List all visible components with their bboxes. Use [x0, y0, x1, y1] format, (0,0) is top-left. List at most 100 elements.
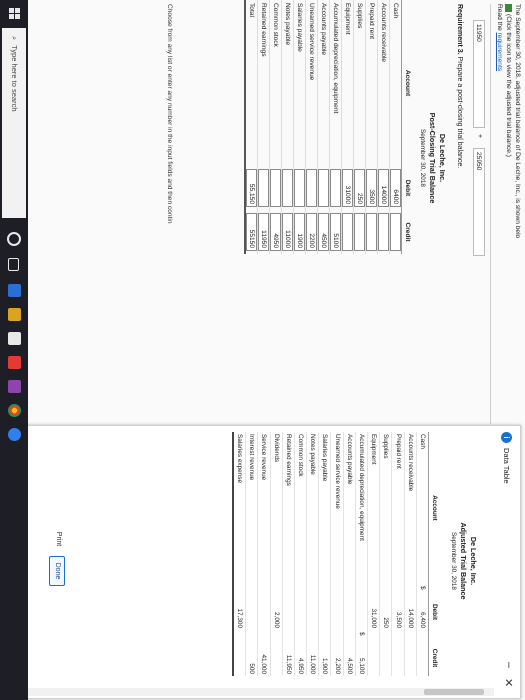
done-button[interactable]: Done — [49, 556, 65, 586]
adjusted-trial-balance-table: Account Debit Credit Cash $6,400 Accounts… — [232, 432, 440, 676]
total-debit-input[interactable]: 55,150 — [246, 169, 257, 207]
debit-input[interactable] — [270, 169, 281, 207]
debit-input[interactable]: 3500 — [366, 169, 377, 207]
col-account: Account — [401, 0, 413, 166]
spreadsheet-icon[interactable] — [505, 4, 513, 12]
prev-value-1: 11950 — [473, 20, 485, 128]
col-credit: Credit — [401, 210, 413, 254]
col-account: Account — [428, 432, 440, 584]
table-row: Accounts payable 4,500 — [343, 432, 356, 676]
task-view-icon[interactable] — [8, 258, 19, 271]
search-icon: ⌕ — [10, 36, 19, 41]
mail-icon[interactable] — [8, 356, 21, 369]
problem-line-3: Read the requirements — [496, 4, 503, 72]
post-closing-table: Account Debit Credit Cash 6400 Accounts r… — [244, 0, 413, 254]
account-select[interactable]: Supplies — [353, 0, 366, 166]
pc-company: De Leche, Inc. — [438, 133, 447, 183]
table-row: Unearned service revenue 2200 — [305, 0, 318, 254]
table-row: Supplies 250 — [379, 432, 392, 676]
minimize-button[interactable]: – — [503, 662, 515, 668]
data-table-dialog: i Data Table – ✕ De Leche, Inc. Adjusted… — [25, 425, 521, 699]
table-row: Accounts payable 4500 — [317, 0, 330, 254]
table-row: Common stock 4,950 — [294, 432, 307, 676]
credit-input[interactable]: 4500 — [318, 213, 329, 251]
requirement-heading: Requirement 3. Prepare a post-closing tr… — [456, 4, 463, 169]
debit-input[interactable]: 31000 — [342, 169, 353, 207]
divider — [490, 4, 491, 424]
table-row: Service revenue 41,000 — [257, 432, 271, 676]
credit-input[interactable] — [378, 213, 389, 251]
problem-line-2[interactable]: (Click the icon to view the adjusted tri… — [504, 4, 513, 238]
pc-date: September 30, 2018 — [419, 129, 426, 187]
table-row: Salaries expense 17,300 — [233, 432, 246, 676]
table-row: Accounts receivable 14000 — [377, 0, 390, 254]
print-button[interactable]: Print — [51, 526, 65, 552]
taskbar-search[interactable]: ⌕Type here to search — [2, 28, 26, 218]
chrome-icon[interactable] — [8, 404, 21, 417]
debit-input[interactable]: 250 — [354, 169, 365, 207]
credit-input[interactable]: 11000 — [282, 213, 293, 251]
credit-input[interactable] — [342, 213, 353, 251]
account-select[interactable]: Accumulated depreciation, equipment — [329, 0, 342, 166]
credit-input[interactable]: 1900 — [294, 213, 305, 251]
account-select[interactable]: Salaries payable — [293, 0, 306, 166]
edge-icon[interactable] — [8, 284, 21, 297]
account-select[interactable]: Notes payable — [281, 0, 294, 166]
cortana-icon[interactable] — [7, 232, 21, 246]
account-select[interactable]: Prepaid rent — [365, 0, 378, 166]
debit-input[interactable] — [318, 169, 329, 207]
file-explorer-icon[interactable] — [8, 308, 21, 321]
close-button[interactable]: ✕ — [502, 678, 515, 687]
problem-text: The September 30, 2018, adjusted trial b… — [495, 4, 522, 238]
table-row: Cash $6,400 — [416, 432, 429, 676]
col-credit: Credit — [428, 640, 440, 676]
account-select[interactable]: Unearned service revenue — [305, 0, 318, 166]
table-row: Prepaid rent 3,500 — [391, 432, 405, 676]
dialog-header: i Data Table – ✕ — [494, 426, 520, 698]
credit-input[interactable]: 2200 — [306, 213, 317, 251]
dialog-scrollbar[interactable] — [28, 688, 494, 696]
debit-input[interactable] — [282, 169, 293, 207]
atb-date: September 30, 2018 — [450, 532, 457, 590]
requirements-link[interactable]: requirements — [496, 33, 503, 71]
account-select[interactable]: Accounts payable — [317, 0, 330, 166]
dialog-title: Data Table — [502, 448, 511, 484]
table-row: Supplies 250 — [353, 0, 366, 254]
pc-title: Post-Closing Trial Balance — [428, 112, 437, 204]
credit-input[interactable]: 5100 — [330, 213, 341, 251]
rotated-screen: The September 30, 2018, adjusted trial b… — [0, 0, 525, 700]
table-row: Notes payable 11,000 — [306, 432, 319, 676]
table-row: Common stock 4950 — [269, 0, 282, 254]
credit-input[interactable]: 4950 — [270, 213, 281, 251]
account-select[interactable]: Cash — [389, 0, 402, 166]
credit-input[interactable]: 11950 — [258, 213, 269, 251]
atb-company: De Leche, Inc. — [469, 536, 478, 586]
table-row: Salaries payable 1,900 — [318, 432, 331, 676]
table-row: Retained earnings 11950 — [257, 0, 270, 254]
table-row: Equipment 31,000 — [367, 432, 380, 676]
table-row: Retained earnings 11,950 — [282, 432, 295, 676]
account-select[interactable]: Common stock — [269, 0, 282, 166]
account-select[interactable]: Retained earnings — [257, 0, 270, 166]
app-icon[interactable] — [8, 380, 21, 393]
debit-input[interactable] — [294, 169, 305, 207]
debit-input[interactable]: 14000 — [378, 169, 389, 207]
total-label: Total — [245, 0, 258, 166]
col-debit: Debit — [401, 166, 413, 210]
store-icon[interactable] — [8, 332, 21, 345]
debit-input[interactable] — [306, 169, 317, 207]
credit-input[interactable] — [366, 213, 377, 251]
debit-input[interactable]: 6400 — [390, 169, 401, 207]
windows-start-icon[interactable] — [8, 8, 20, 20]
debit-input[interactable] — [330, 169, 341, 207]
scrollbar-thumb[interactable] — [424, 689, 484, 695]
browser-icon[interactable] — [8, 428, 21, 441]
account-select[interactable]: Equipment — [341, 0, 354, 166]
total-credit-input[interactable]: 55150 — [246, 213, 257, 251]
credit-input[interactable] — [354, 213, 365, 251]
debit-input[interactable] — [258, 169, 269, 207]
credit-input[interactable] — [390, 213, 401, 251]
table-row: Dividends 2,000 — [270, 432, 283, 676]
atb-title: Adjusted Trial Balance — [459, 522, 468, 600]
account-select[interactable]: Accounts receivable — [377, 0, 390, 166]
